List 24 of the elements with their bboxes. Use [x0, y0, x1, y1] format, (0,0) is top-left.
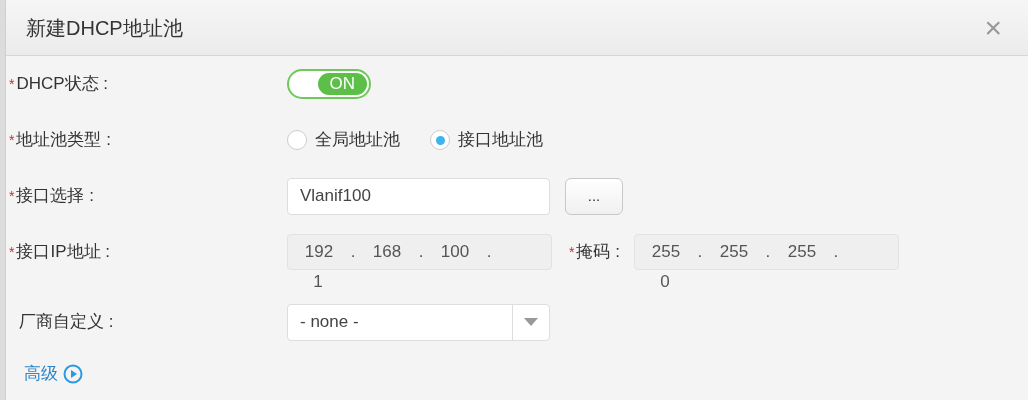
- ip-octet: 1: [312, 272, 324, 292]
- radio-option[interactable]: 接口地址池: [430, 127, 543, 153]
- field-label: DHCP状态 :: [16, 73, 109, 96]
- field-label: 接口选择 :: [16, 185, 94, 208]
- caret-icon: [524, 318, 538, 326]
- ip-address-field[interactable]: 192 . 168 . 100 .: [287, 234, 552, 270]
- field-label: 掩码 :: [576, 241, 620, 264]
- interface-field[interactable]: Vlanif100: [287, 177, 550, 215]
- dialog-title: 新建DHCP地址池: [26, 15, 183, 41]
- play-icon[interactable]: [63, 364, 83, 384]
- advanced-link[interactable]: 高级: [24, 361, 58, 387]
- field-label: 接口IP地址 :: [16, 241, 110, 264]
- required-mark: *: [9, 186, 15, 206]
- ip-address-field[interactable]: 255 . 255 . 255 .: [633, 234, 899, 270]
- ip-octet: 0: [659, 272, 671, 292]
- required-mark: *: [9, 242, 15, 262]
- required-mark: *: [569, 242, 575, 262]
- field-label: 厂商自定义 :: [19, 311, 114, 334]
- vendor-dropdown[interactable]: - none -: [287, 303, 550, 341]
- field-label: 地址池类型 :: [16, 129, 111, 152]
- required-mark: *: [9, 130, 15, 150]
- radio-option[interactable]: 全局地址池: [287, 127, 400, 153]
- required-mark: *: [9, 74, 15, 94]
- browse-button[interactable]: ...: [565, 177, 623, 215]
